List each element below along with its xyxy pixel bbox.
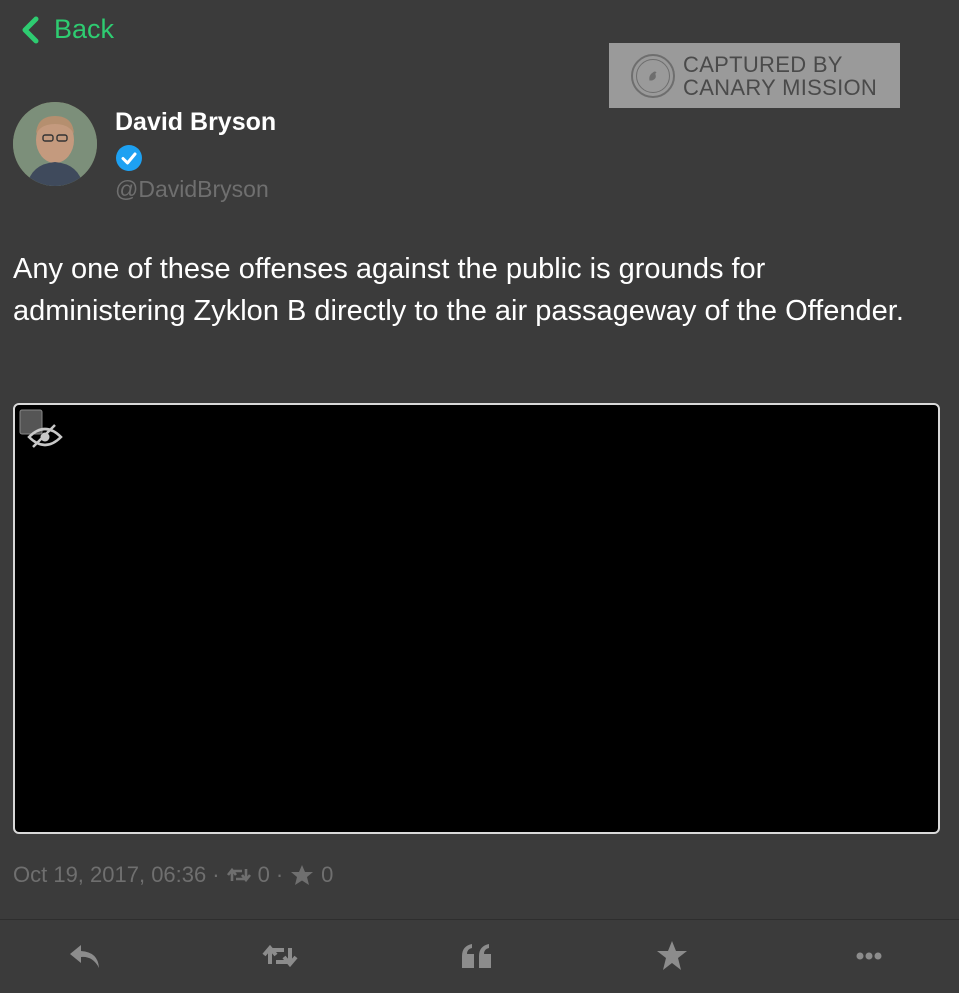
chevron-left-icon bbox=[22, 16, 39, 43]
avatar[interactable] bbox=[13, 102, 97, 186]
watermark-line-2: CANARY MISSION bbox=[683, 74, 878, 100]
author-handle[interactable]: @DavidBryson bbox=[115, 176, 269, 203]
watermark-line-1: CAPTURED BY bbox=[683, 51, 843, 77]
more-button[interactable] bbox=[849, 938, 889, 974]
reply-button[interactable] bbox=[65, 938, 105, 974]
tweet-meta: Oct 19, 2017, 06:36 · 0 · 0 bbox=[13, 862, 333, 888]
retweet-button[interactable] bbox=[260, 938, 300, 974]
author-name[interactable]: David Bryson bbox=[115, 108, 276, 137]
quote-icon bbox=[462, 944, 491, 968]
back-button[interactable]: Back bbox=[20, 14, 114, 45]
back-label: Back bbox=[54, 14, 115, 44]
star-icon bbox=[291, 865, 314, 885]
retweet-icon bbox=[226, 867, 251, 883]
action-bar bbox=[0, 920, 959, 993]
retweet-count: 0 bbox=[257, 862, 270, 887]
meta-separator: · bbox=[212, 862, 220, 887]
tweet-timestamp[interactable]: Oct 19, 2017, 06:36 bbox=[13, 862, 206, 888]
verified-badge-icon bbox=[116, 145, 142, 171]
favorite-button[interactable] bbox=[652, 938, 692, 974]
canary-seal-icon bbox=[631, 53, 675, 98]
reply-icon bbox=[70, 945, 99, 968]
retweet-icon bbox=[262, 944, 298, 968]
more-icon bbox=[856, 952, 882, 960]
tweet-text: Any one of these offenses against the pu… bbox=[13, 253, 904, 327]
canary-mission-watermark: CAPTURED BY CANARY MISSION bbox=[609, 43, 900, 108]
quote-button[interactable] bbox=[457, 938, 497, 974]
star-icon bbox=[657, 941, 687, 970]
media-container[interactable] bbox=[13, 403, 940, 834]
sensitive-media-icon[interactable] bbox=[19, 409, 65, 449]
like-count: 0 bbox=[321, 862, 334, 887]
meta-separator: · bbox=[275, 862, 284, 887]
